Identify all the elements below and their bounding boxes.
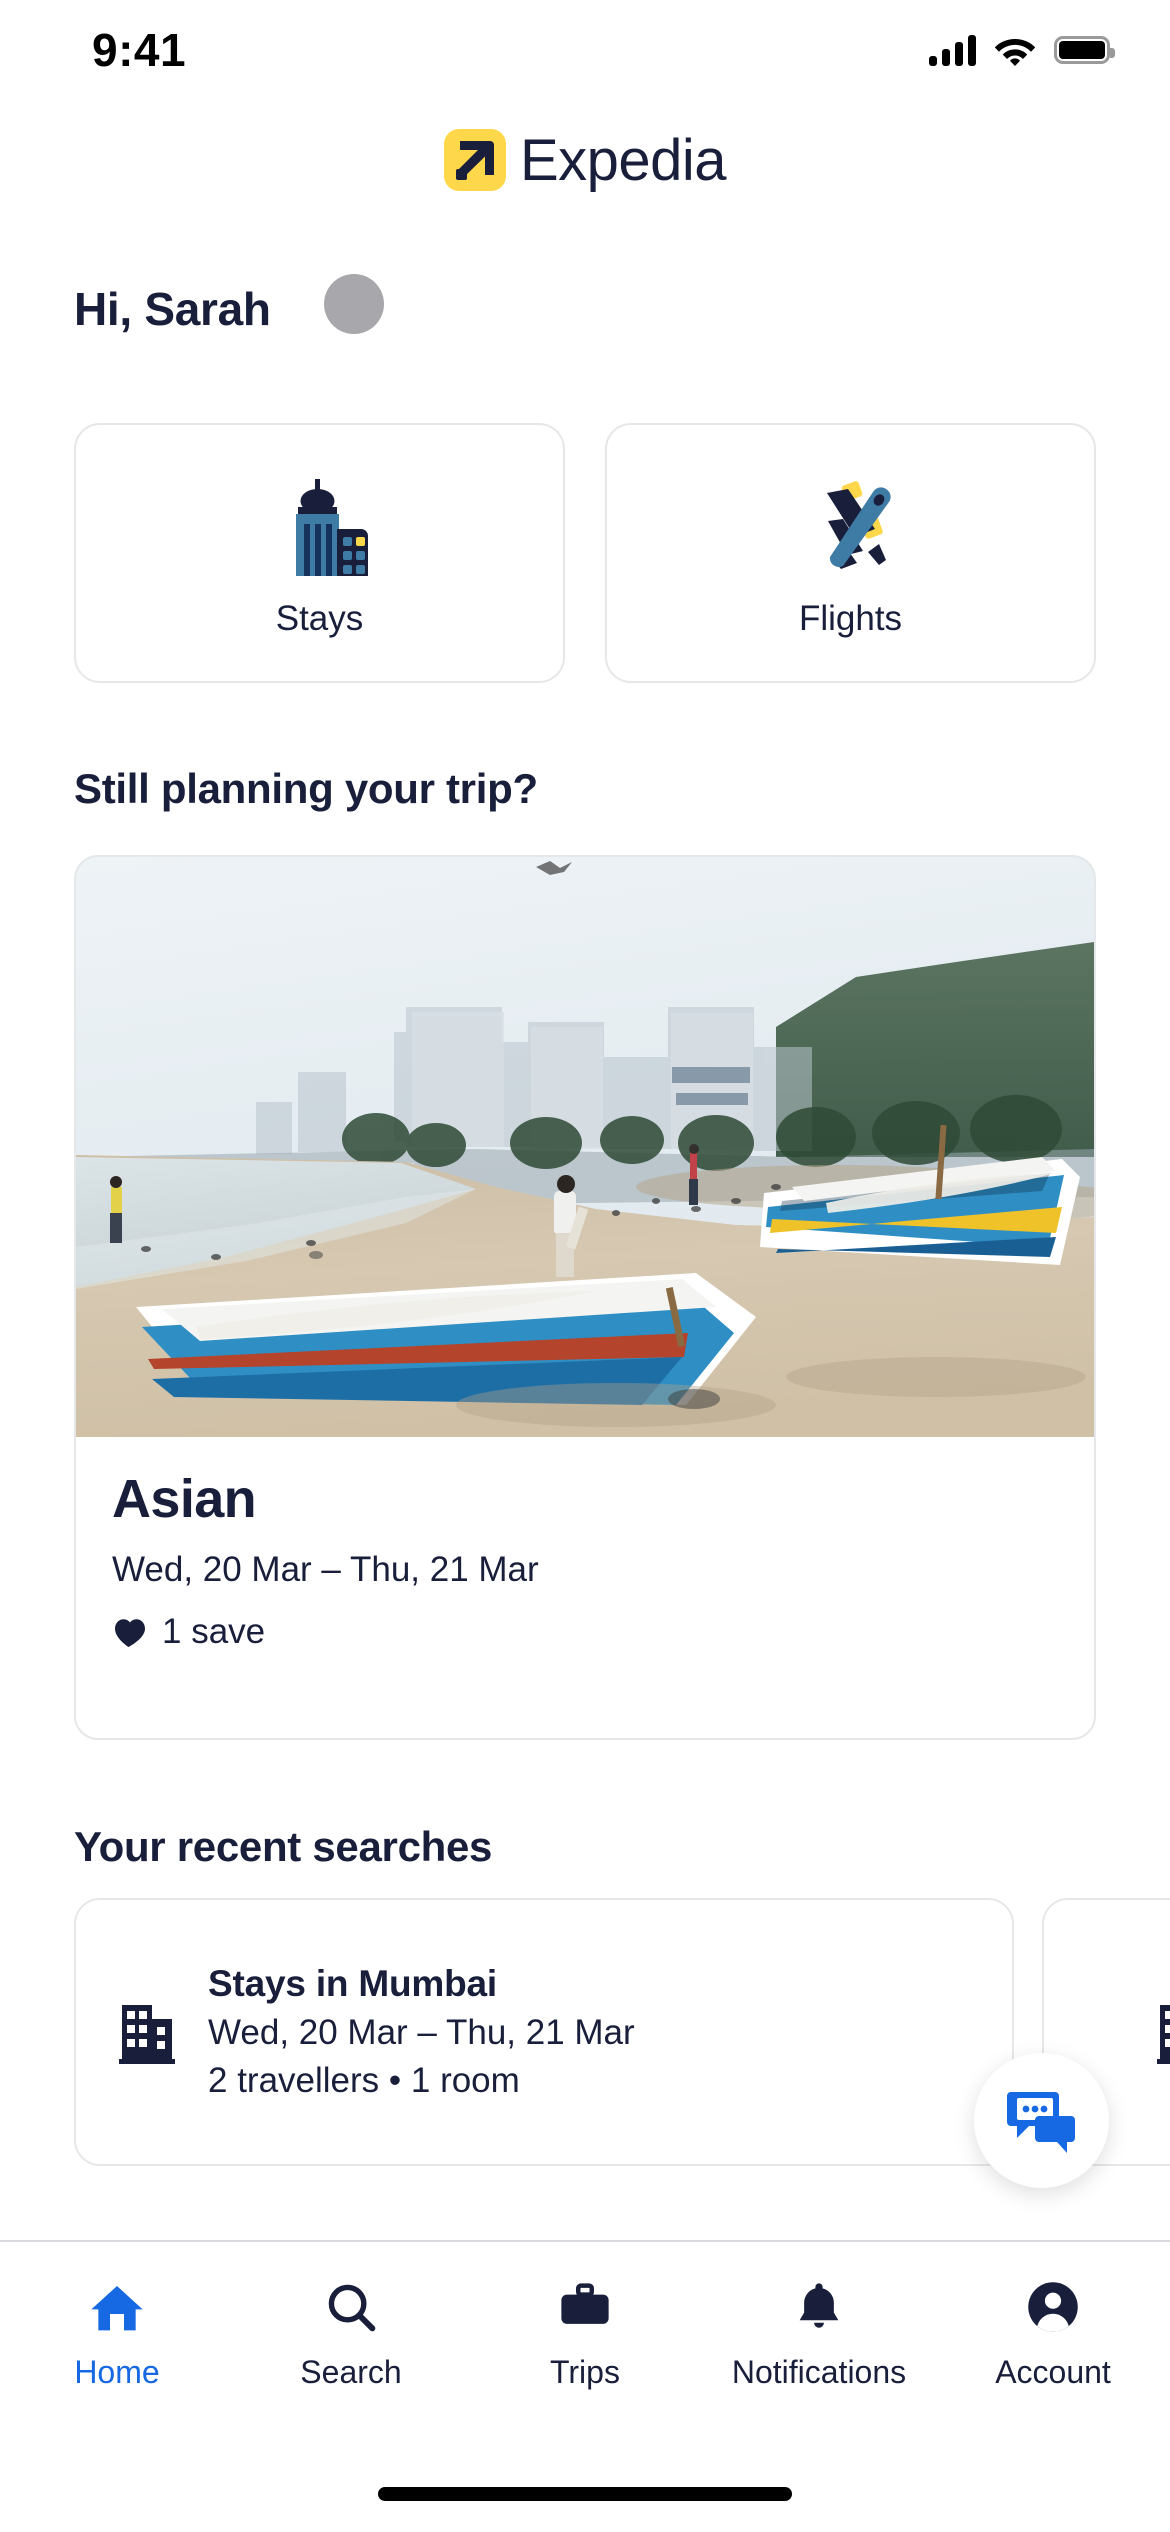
quick-actions: Stays Flights [74,423,1096,683]
trip-title: Asian [112,1469,257,1529]
building-icon [119,2005,175,2064]
nav-label: Notifications [731,2354,907,2390]
greeting: Hi, Sarah [74,274,384,336]
recent-search-detail: 2 travellers • 1 room [208,2061,520,2100]
briefcase-icon [558,2278,612,2336]
page-title-recent: Your recent searches [74,1823,493,1870]
home-indicator [378,2487,792,2501]
quick-action-flights[interactable]: Flights [605,423,1096,683]
nav-label: Trips [550,2354,620,2390]
nav-item-search[interactable]: Search [234,2278,468,2391]
building-icon [1157,2005,1170,2064]
nav-label: Account [995,2354,1111,2390]
cellular-signal-icon [929,34,976,66]
buildings-icon [295,479,368,576]
nav-item-notifications[interactable]: Notifications [702,2278,936,2391]
brand-name: Expedia [519,127,727,193]
account-circle-icon [1026,2278,1080,2336]
greeting-text: Hi, Sarah [74,283,271,335]
trip-saves-label: 1 save [162,1611,266,1651]
nav-label: Search [300,2354,402,2390]
search-icon [324,2278,378,2336]
nav-item-trips[interactable]: Trips [468,2278,702,2391]
trip-card-body: Asian Wed, 20 Mar – Thu, 21 Mar 1 save [76,1437,1094,1652]
status-bar-time: 9:41 [92,24,187,76]
recent-search-card[interactable]: Stays in Mumbai Wed, 20 Mar – Thu, 21 Ma… [74,1898,1014,2166]
airplane-icon [826,481,891,569]
chat-button[interactable] [974,2053,1109,2188]
recent-search-dates: Wed, 20 Mar – Thu, 21 Mar [208,2013,635,2052]
battery-full-icon [1054,36,1115,64]
status-bar: 9:41 [0,0,1170,100]
wifi-icon [994,38,1036,66]
bell-icon [793,2278,845,2336]
recent-search-text: Stays in Mumbai Wed, 20 Mar – Thu, 21 Ma… [208,1963,635,2101]
trip-card[interactable]: Asian Wed, 20 Mar – Thu, 21 Mar 1 save [74,855,1096,1740]
chat-bubbles-icon [1006,2091,1075,2153]
expedia-arrow-logo-icon [443,129,506,191]
logo-arrow-glyph [457,141,494,177]
quick-action-label: Stays [275,599,364,638]
nav-item-account[interactable]: Account [936,2278,1170,2391]
recent-search-title: Stays in Mumbai [208,1963,497,2004]
heart-filled-icon [115,1618,145,1647]
trip-dates: Wed, 20 Mar – Thu, 21 Mar [112,1549,539,1589]
quick-action-stays[interactable]: Stays [74,423,565,683]
home-icon [89,2278,145,2336]
beach-fishing-boats-photo [76,857,1094,1437]
status-bar-indicators [929,34,1115,66]
avatar[interactable] [324,274,384,334]
nav-label: Home [74,2354,160,2390]
nav-item-home[interactable]: Home [0,2278,234,2391]
trip-saves: 1 save [112,1612,1058,1652]
app-bar: Expedia [0,110,1170,210]
quick-action-label: Flights [798,599,903,638]
page-title-planning: Still planning your trip? [74,765,538,812]
